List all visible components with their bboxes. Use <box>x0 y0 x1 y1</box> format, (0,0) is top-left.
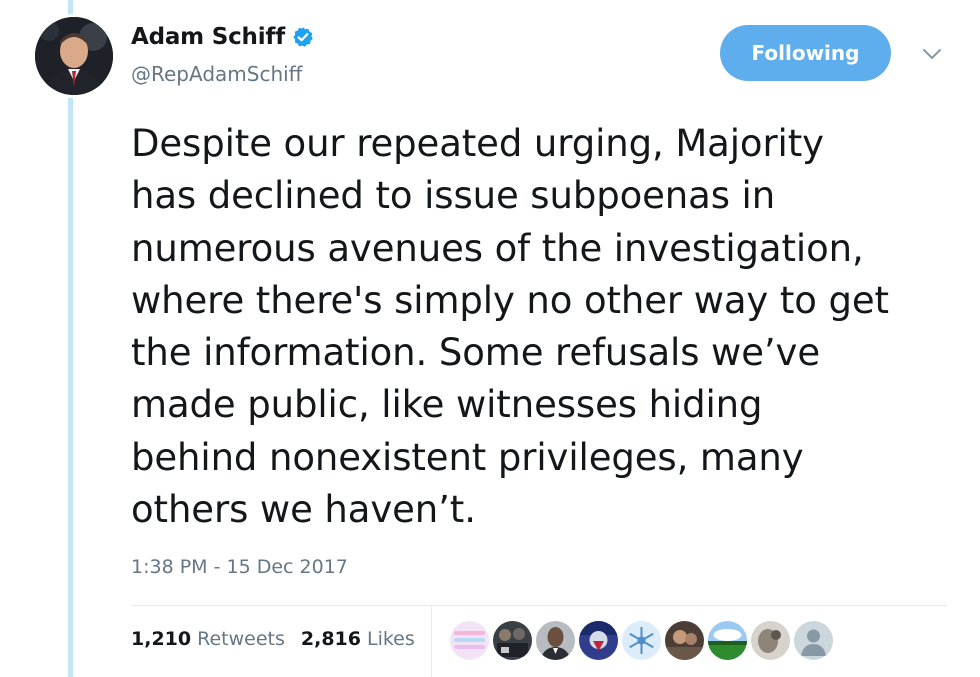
retweet-label: Retweets <box>197 628 285 650</box>
liker-avatar-4[interactable] <box>579 621 618 660</box>
tweet-text-line: numerous avenues of the investigation, <box>131 226 864 270</box>
stats-separator <box>431 606 432 677</box>
tweet-text-line: Despite our repeated urging, Majority <box>131 122 824 165</box>
retweets-stat[interactable]: 1,210 Retweets <box>131 628 285 650</box>
likes-stat[interactable]: 2,816 Likes <box>301 628 415 650</box>
author-display-name[interactable]: Adam Schiff <box>131 24 285 50</box>
chevron-down-icon <box>923 49 941 59</box>
tweet-options-caret[interactable] <box>918 40 946 68</box>
tweet-text-line: behind nonexistent privileges, many <box>131 435 804 479</box>
retweet-count: 1,210 <box>131 628 192 650</box>
author-handle[interactable]: @RepAdamSchiff <box>131 62 302 86</box>
tweet-text-line: has declined to issue subpoenas in <box>131 174 776 218</box>
liker-avatars <box>450 621 833 660</box>
liker-avatar-3[interactable] <box>536 621 575 660</box>
tweet-text-line: made public, like witnesses hiding <box>131 383 763 427</box>
liker-avatar-9[interactable] <box>794 621 833 660</box>
tweet-timestamp[interactable]: 1:38 PM - 15 Dec 2017 <box>131 556 348 578</box>
liker-avatar-2[interactable] <box>493 621 532 660</box>
like-label: Likes <box>366 628 415 650</box>
like-count: 2,816 <box>300 628 361 650</box>
tweet-text-line: the information. Some refusals we’ve <box>131 331 820 375</box>
liker-avatar-8[interactable] <box>751 621 790 660</box>
author-name-row: Adam Schiff <box>131 24 314 50</box>
stats-divider <box>131 605 947 606</box>
liker-avatar-1[interactable] <box>450 621 489 660</box>
author-avatar-image <box>35 17 113 95</box>
liker-avatar-5[interactable] <box>622 621 661 660</box>
liker-avatar-7[interactable] <box>708 621 747 660</box>
tweet-text-line: where there's simply no other way to get <box>131 278 889 322</box>
tweet-text: Despite our repeated urging, Majority ha… <box>131 118 961 536</box>
verified-badge-icon <box>292 26 314 48</box>
author-avatar[interactable] <box>35 17 113 95</box>
liker-avatar-6[interactable] <box>665 621 704 660</box>
following-button[interactable]: Following <box>720 25 891 81</box>
tweet-stats: 1,210 Retweets 2,816 Likes <box>131 628 431 650</box>
thread-connector-line <box>68 0 73 677</box>
tweet-text-line: others we haven’t. <box>131 488 476 532</box>
